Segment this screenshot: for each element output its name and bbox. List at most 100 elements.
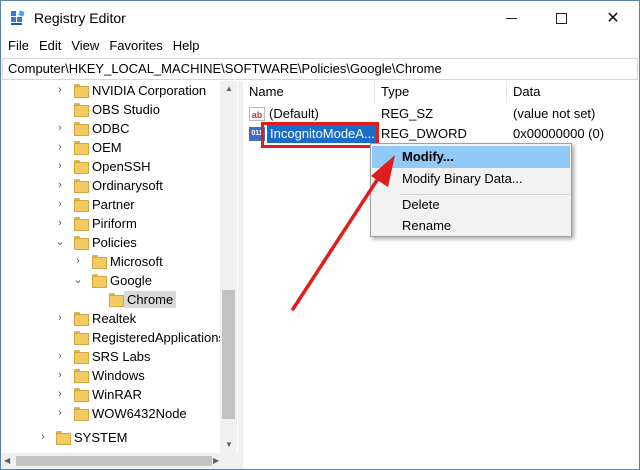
chevron-right-icon[interactable]: › xyxy=(54,83,66,97)
menu-help[interactable]: Help xyxy=(168,36,205,56)
address-bar[interactable]: Computer\HKEY_LOCAL_MACHINE\SOFTWARE\Pol… xyxy=(2,58,638,80)
folder-icon xyxy=(74,122,89,136)
minimize-button[interactable] xyxy=(488,1,534,35)
chevron-right-icon[interactable]: › xyxy=(54,178,66,192)
chevron-right-icon[interactable]: › xyxy=(54,216,66,230)
scroll-down-icon[interactable]: ▼ xyxy=(225,440,233,449)
column-header-type[interactable]: Type xyxy=(375,81,506,103)
tree-item-label: OEM xyxy=(92,140,122,155)
chevron-right-icon[interactable]: › xyxy=(72,254,84,268)
maximize-button[interactable] xyxy=(538,1,584,35)
string-value-icon: ab xyxy=(249,107,265,121)
menu-view[interactable]: View xyxy=(66,36,104,56)
tree-item-label: Partner xyxy=(92,197,135,212)
chevron-right-icon[interactable]: › xyxy=(37,430,49,444)
tree-item-obs-studio[interactable]: OBS Studio xyxy=(1,100,238,119)
folder-icon xyxy=(74,331,89,345)
chevron-right-icon[interactable]: › xyxy=(54,159,66,173)
tree-item-policies[interactable]: ⌄ Policies xyxy=(1,233,238,252)
context-menu-rename[interactable]: Rename xyxy=(372,215,570,237)
tree-item-label: RegisteredApplications xyxy=(92,330,225,345)
tree-item-label: WOW6432Node xyxy=(92,406,187,421)
menu-edit[interactable]: Edit xyxy=(34,36,66,56)
tree-item-nvidia-corporation[interactable]: › NVIDIA Corporation xyxy=(1,81,238,100)
tree-item-label: Ordinarysoft xyxy=(92,178,163,193)
tree-item-ordinarysoft[interactable]: › Ordinarysoft xyxy=(1,176,238,195)
folder-icon xyxy=(74,179,89,193)
chevron-right-icon[interactable]: › xyxy=(54,311,66,325)
chevron-right-icon[interactable]: › xyxy=(54,406,66,420)
tree-item-realtek[interactable]: › Realtek xyxy=(1,309,238,328)
values-list: Name Type Data ab (Default) REG_SZ (valu… xyxy=(243,81,638,469)
menu-file[interactable]: File xyxy=(1,36,34,56)
tree-item-label: NVIDIA Corporation xyxy=(92,83,207,98)
tree-item-windows[interactable]: › Windows xyxy=(1,366,238,385)
folder-icon xyxy=(56,431,71,445)
folder-open-icon xyxy=(74,236,89,250)
tree-item-google[interactable]: ⌄ Google xyxy=(1,271,238,290)
value-row-incognitomode[interactable]: 011 IncognitoModeA... REG_DWORD 0x000000… xyxy=(243,124,638,144)
folder-icon xyxy=(109,293,124,307)
context-menu-delete[interactable]: Delete xyxy=(372,194,570,216)
value-name-selected[interactable]: IncognitoModeA... xyxy=(267,125,378,143)
scroll-up-icon[interactable]: ▲ xyxy=(225,84,233,93)
folder-icon xyxy=(74,388,89,402)
scroll-right-icon[interactable]: ▶ xyxy=(213,456,219,465)
folder-icon xyxy=(74,160,89,174)
folder-icon xyxy=(92,255,107,269)
chevron-right-icon[interactable]: › xyxy=(54,368,66,382)
chevron-right-icon[interactable]: › xyxy=(54,387,66,401)
menu-favorites[interactable]: Favorites xyxy=(104,36,167,56)
dword-value-icon: 011 xyxy=(249,127,265,141)
folder-icon xyxy=(74,103,89,117)
value-type: REG_DWORD xyxy=(381,126,467,141)
title-bar: Registry Editor ✕ xyxy=(1,1,639,35)
tree-item-label: Piriform xyxy=(92,216,137,231)
context-menu-modify-binary[interactable]: Modify Binary Data... xyxy=(372,168,570,190)
folder-icon xyxy=(74,217,89,231)
tree-item-winrar[interactable]: › WinRAR xyxy=(1,385,238,404)
tree-item-label: Google xyxy=(110,273,152,288)
tree-item-label: OpenSSH xyxy=(92,159,151,174)
chevron-right-icon[interactable]: › xyxy=(54,349,66,363)
context-menu-modify[interactable]: Modify... xyxy=(372,146,570,168)
chevron-right-icon[interactable]: › xyxy=(54,121,66,135)
value-data: (value not set) xyxy=(513,106,596,121)
close-button[interactable]: ✕ xyxy=(590,1,636,35)
tree-item-system[interactable]: › SYSTEM xyxy=(1,428,238,447)
chevron-down-icon[interactable]: ⌄ xyxy=(54,235,66,249)
column-header-name[interactable]: Name xyxy=(243,81,374,103)
maximize-icon xyxy=(555,12,567,24)
column-header-data[interactable]: Data xyxy=(507,81,638,103)
tree-item-odbc[interactable]: › ODBC xyxy=(1,119,238,138)
tree-vertical-scroll-thumb[interactable] xyxy=(222,290,235,419)
chevron-down-icon[interactable]: ⌄ xyxy=(72,273,84,287)
value-name: (Default) xyxy=(269,106,319,121)
tree-item-microsoft[interactable]: › Microsoft xyxy=(1,252,238,271)
tree-item-label: OBS Studio xyxy=(92,102,160,117)
tree-item-oem[interactable]: › OEM xyxy=(1,138,238,157)
tree-item-partner[interactable]: › Partner xyxy=(1,195,238,214)
tree-item-piriform[interactable]: › Piriform xyxy=(1,214,238,233)
folder-icon xyxy=(74,369,89,383)
tree-item-label: SRS Labs xyxy=(92,349,151,364)
chevron-right-icon[interactable]: › xyxy=(54,140,66,154)
tree-item-label: SYSTEM xyxy=(74,430,128,445)
tree-item-registeredapplications[interactable]: RegisteredApplications xyxy=(1,328,238,347)
value-data: 0x00000000 (0) xyxy=(513,126,605,141)
close-icon: ✕ xyxy=(606,10,620,27)
tree-horizontal-scroll-thumb[interactable] xyxy=(16,456,212,466)
key-tree: › NVIDIA Corporation OBS Studio › ODBC ›… xyxy=(1,81,238,453)
tree-item-srs-labs[interactable]: › SRS Labs xyxy=(1,347,238,366)
window-title: Registry Editor xyxy=(34,10,126,26)
minimize-icon xyxy=(505,17,517,19)
folder-icon xyxy=(74,141,89,155)
tree-item-chrome[interactable]: Chrome xyxy=(1,290,238,309)
tree-item-openssh[interactable]: › OpenSSH xyxy=(1,157,238,176)
chevron-right-icon[interactable]: › xyxy=(54,197,66,211)
value-row-default[interactable]: ab (Default) REG_SZ (value not set) xyxy=(243,104,638,124)
folder-icon xyxy=(74,350,89,364)
scroll-left-icon[interactable]: ◀ xyxy=(4,456,10,465)
tree-item-label: Policies xyxy=(92,235,137,250)
tree-item-wow6432node[interactable]: › WOW6432Node xyxy=(1,404,238,423)
